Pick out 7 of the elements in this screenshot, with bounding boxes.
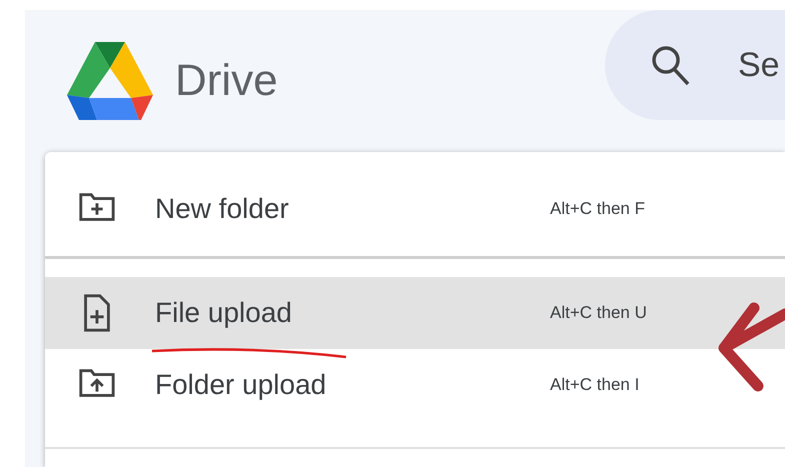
search-field[interactable]: Se [738,40,778,90]
menu-item[interactable]: File upload Alt+C then U [45,277,785,349]
menu-item[interactable]: New folder Alt+C then F [45,164,785,254]
search-icon [650,44,690,86]
menu-item[interactable]: Folder upload Alt+C then I [45,349,785,421]
drive-logo-icon [67,42,153,120]
app-title: Drive [175,55,278,107]
